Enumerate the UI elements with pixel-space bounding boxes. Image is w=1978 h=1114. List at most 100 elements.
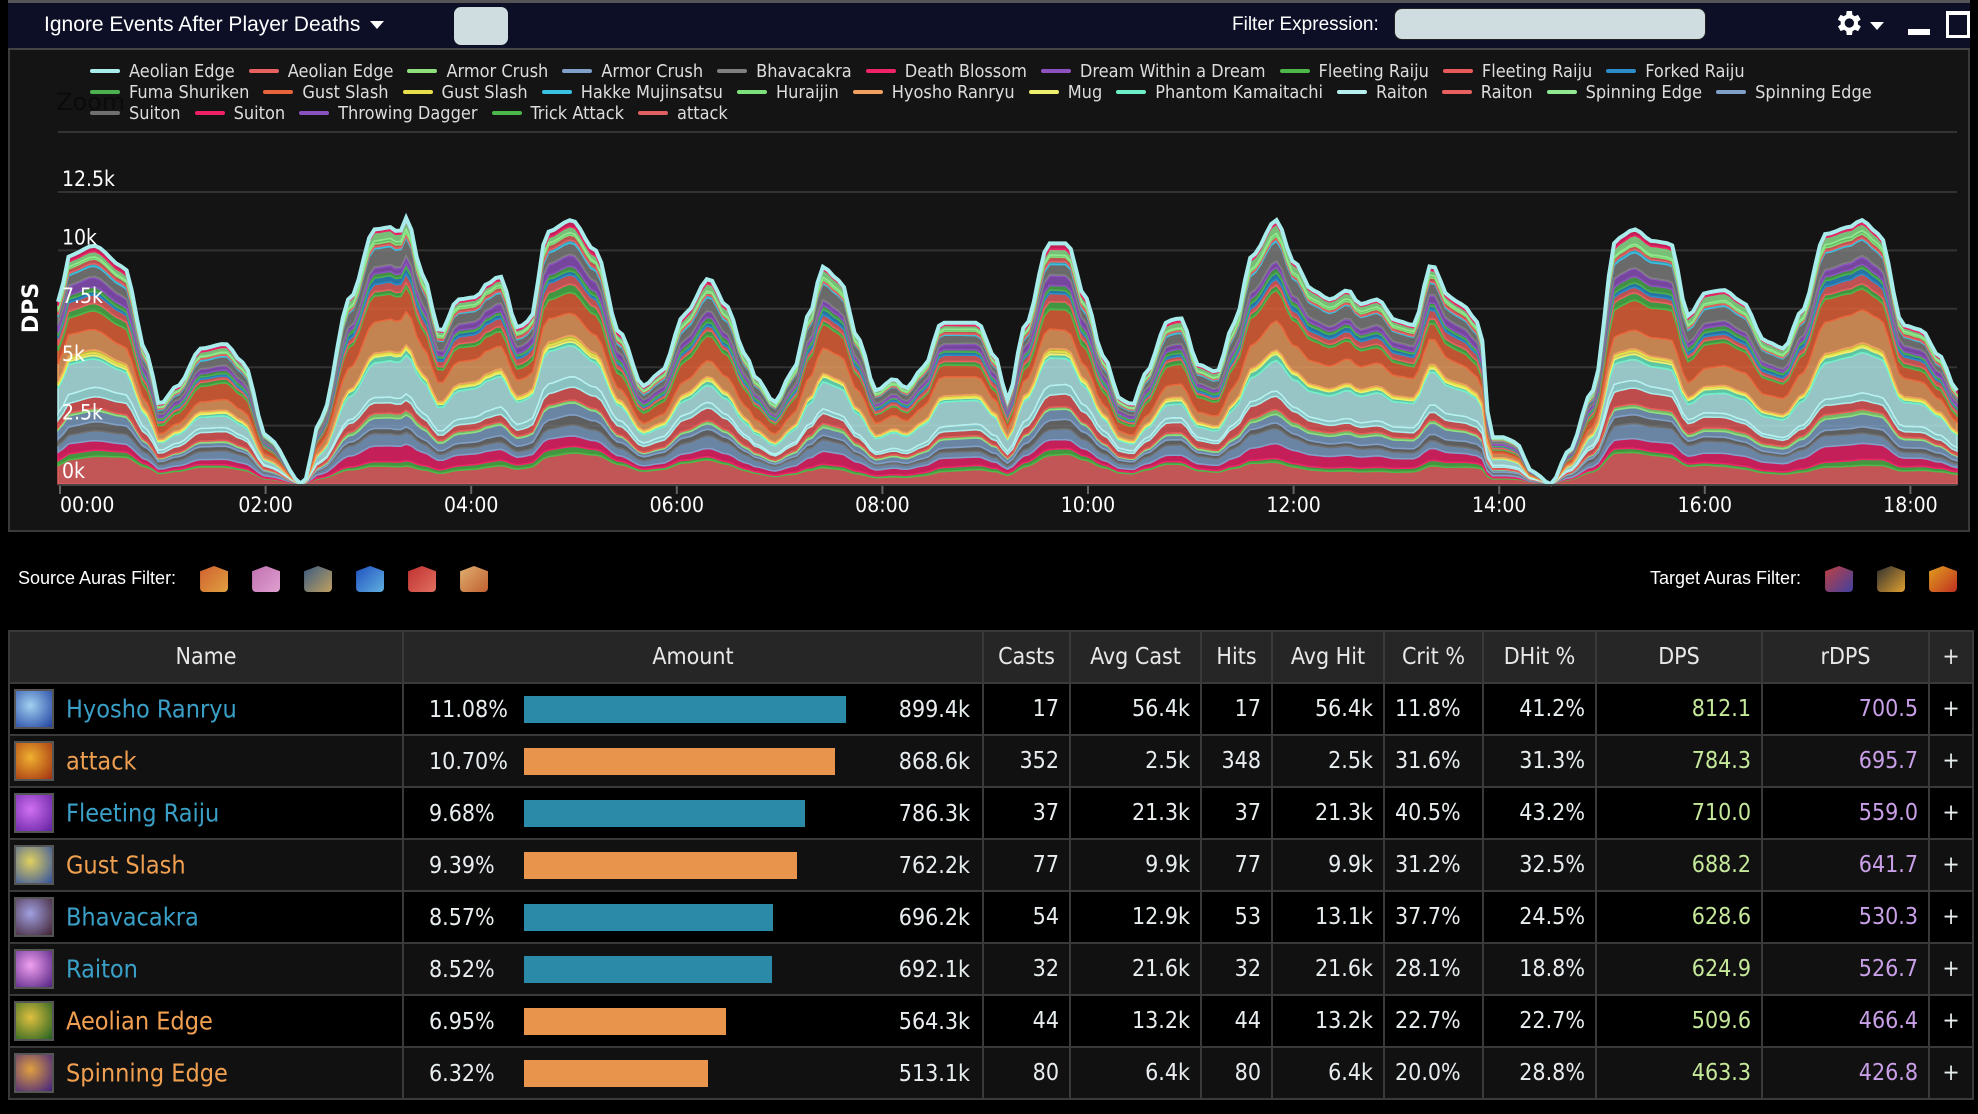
column-header-name[interactable]: Name	[8, 630, 404, 684]
legend-item[interactable]: Aeolian Edge	[248, 61, 393, 82]
column-header-dhit[interactable]: DHit %	[1482, 630, 1597, 684]
legend-item[interactable]: Throwing Dagger	[299, 103, 478, 124]
amount-percent: 10.70%	[429, 749, 508, 775]
casts-cell: 77	[982, 838, 1071, 892]
expand-row-button[interactable]: +	[1928, 734, 1974, 788]
ability-link[interactable]: Fleeting Raiju	[66, 799, 219, 828]
dps-cell: 710.0	[1595, 786, 1763, 840]
amount-bar	[524, 696, 846, 723]
expand-row-button[interactable]: +	[1928, 682, 1974, 736]
legend-label: Death Blossom	[904, 61, 1027, 82]
legend-swatch	[1336, 90, 1367, 94]
legend-item[interactable]: Gust Slash	[263, 82, 389, 103]
x-tick-label: 10:00	[1061, 493, 1115, 517]
column-header-dps[interactable]: DPS	[1595, 630, 1763, 684]
ability-link[interactable]: Raiton	[66, 955, 138, 984]
column-header-hits[interactable]: Hits	[1200, 630, 1273, 684]
legend-item[interactable]: Spinning Edge	[1546, 82, 1702, 103]
target-aura-3-icon[interactable]	[1929, 566, 1958, 592]
legend-item[interactable]: Fuma Shuriken	[90, 82, 249, 103]
ability-link[interactable]: attack	[66, 747, 137, 776]
expand-row-button[interactable]: +	[1928, 838, 1974, 892]
crit-cell: 11.8%	[1383, 682, 1484, 736]
source-aura-5-icon[interactable]	[408, 566, 437, 592]
legend-item[interactable]: Fleeting Raiju	[1442, 61, 1592, 82]
ability-link[interactable]: Aeolian Edge	[66, 1007, 213, 1036]
legend-label: Fleeting Raiju	[1318, 61, 1429, 82]
table-row[interactable]: Aeolian Edge 6.95% 564.3k 44 13.2k 44 13.2k 22.…	[8, 994, 1974, 1048]
legend-label: Dream Within a Dream	[1079, 61, 1266, 82]
expand-row-button[interactable]: +	[1928, 1046, 1974, 1100]
expand-row-button[interactable]: +	[1928, 994, 1974, 1048]
legend-item[interactable]: Hakke Mujinsatsu	[541, 82, 723, 103]
source-aura-2-icon[interactable]	[252, 566, 281, 592]
legend-item[interactable]: Suiton	[194, 103, 285, 124]
legend-item[interactable]: Raiton	[1336, 82, 1428, 103]
legend-item[interactable]: Raiton	[1441, 82, 1533, 103]
amount-bar	[524, 1008, 726, 1035]
expand-row-button[interactable]: +	[1928, 786, 1974, 840]
legend-item[interactable]: Armor Crush	[562, 61, 703, 82]
column-header-avg-cast[interactable]: Avg Cast	[1069, 630, 1202, 684]
legend-label: Gust Slash	[441, 82, 528, 103]
legend-item[interactable]: Forked Raiju	[1606, 61, 1745, 82]
source-aura-3-icon[interactable]	[304, 566, 333, 592]
amount-cell: 9.39% 762.2k	[402, 838, 984, 892]
dps-cell: 463.3	[1595, 1046, 1763, 1100]
legend-swatch	[1116, 90, 1147, 94]
legend-item[interactable]: Huraijin	[736, 82, 839, 103]
table-row[interactable]: Bhavacakra 8.57% 696.2k 54 12.9k 53 13.1k 37.7%…	[8, 890, 1974, 944]
expand-row-button[interactable]: +	[1928, 890, 1974, 944]
target-aura-1-icon[interactable]	[1825, 566, 1854, 592]
legend-item[interactable]: Armor Crush	[407, 61, 548, 82]
table-row[interactable]: Spinning Edge 6.32% 513.1k 80 6.4k 80 6.4k 20.0…	[8, 1046, 1974, 1100]
target-aura-2-icon[interactable]	[1877, 566, 1906, 592]
rdps-cell: 530.3	[1761, 890, 1930, 944]
dhit-cell: 24.5%	[1482, 890, 1597, 944]
legend-swatch	[263, 90, 294, 94]
legend-item[interactable]: Suiton	[90, 103, 181, 124]
column-header-avg-hit[interactable]: Avg Hit	[1271, 630, 1385, 684]
table-row[interactable]: Raiton 8.52% 692.1k 32 21.6k 32 21.6k 28.1% 18.8…	[8, 942, 1974, 996]
legend-item[interactable]: Death Blossom	[865, 61, 1027, 82]
hits-cell: 53	[1200, 890, 1273, 944]
column-header-casts[interactable]: Casts	[982, 630, 1071, 684]
avg-cast-cell: 12.9k	[1069, 890, 1202, 944]
avg-cast-cell: 9.9k	[1069, 838, 1202, 892]
legend-item[interactable]: attack	[637, 103, 728, 124]
legend-item[interactable]: Phantom Kamaitachi	[1116, 82, 1323, 103]
ability-link[interactable]: Gust Slash	[66, 851, 186, 880]
ability-icon	[14, 1053, 54, 1093]
ability-link[interactable]: Bhavacakra	[66, 903, 199, 932]
table-row[interactable]: attack 10.70% 868.6k 352 2.5k 348 2.5k 31.6% 31.…	[8, 734, 1974, 788]
source-aura-6-icon[interactable]	[460, 566, 489, 592]
expand-row-button[interactable]: +	[1928, 942, 1974, 996]
legend-item[interactable]: Dream Within a Dream	[1040, 61, 1266, 82]
source-aura-1-icon[interactable]	[200, 566, 229, 592]
legend-item[interactable]: Trick Attack	[491, 103, 624, 124]
table-row[interactable]: Hyosho Ranryu 11.08% 899.4k 17 56.4k 17 56.4k 1…	[8, 682, 1974, 736]
legend-item[interactable]: Fleeting Raiju	[1279, 61, 1429, 82]
legend-item[interactable]: Mug	[1028, 82, 1102, 103]
table-row[interactable]: Fleeting Raiju 9.68% 786.3k 37 21.3k 37 21.3k 4…	[8, 786, 1974, 840]
amount-cell: 6.32% 513.1k	[402, 1046, 984, 1100]
source-auras-label: Source Auras Filter:	[18, 567, 177, 588]
column-header-amount[interactable]: Amount	[402, 630, 984, 684]
legend-item[interactable]: Gust Slash	[402, 82, 528, 103]
legend-item[interactable]: Aeolian Edge	[90, 61, 235, 82]
dhit-cell: 41.2%	[1482, 682, 1597, 736]
column-header-crit[interactable]: Crit %	[1383, 630, 1484, 684]
ability-link[interactable]: Spinning Edge	[66, 1059, 228, 1088]
source-aura-4-icon[interactable]	[356, 566, 385, 592]
dps-cell: 688.2	[1595, 838, 1763, 892]
casts-cell: 80	[982, 1046, 1071, 1100]
table-row[interactable]: Gust Slash 9.39% 762.2k 77 9.9k 77 9.9k 31.2% 32…	[8, 838, 1974, 892]
legend-item[interactable]: Hyosho Ranryu	[852, 82, 1015, 103]
amount-percent: 6.32%	[429, 1061, 495, 1087]
column-header-rdps[interactable]: rDPS	[1761, 630, 1930, 684]
amount-value: 868.6k	[898, 749, 970, 775]
legend-item[interactable]: Bhavacakra	[717, 61, 852, 82]
column-header-[interactable]: +	[1928, 630, 1974, 684]
legend-item[interactable]: Spinning Edge	[1716, 82, 1872, 103]
ability-link[interactable]: Hyosho Ranryu	[66, 695, 237, 724]
